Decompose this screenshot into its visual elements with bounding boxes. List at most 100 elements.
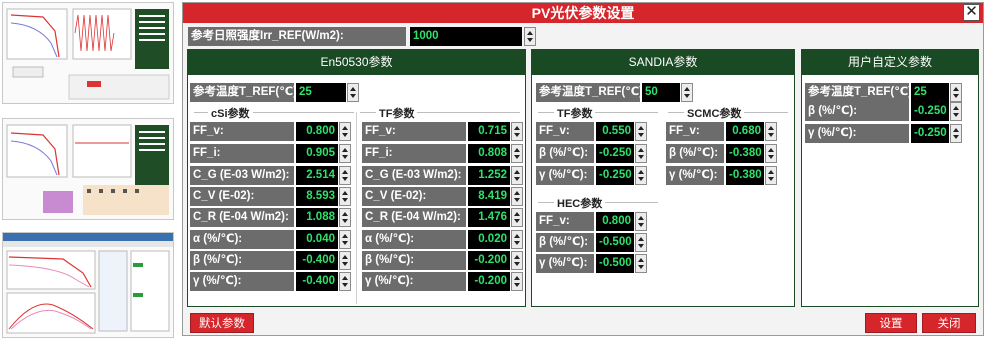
user-beta-label: β (%/℃): [805, 102, 909, 121]
csi-ffi-label: FF_i: [190, 144, 294, 163]
sandia-tf-ffv-stepper[interactable] [635, 122, 647, 141]
hec-beta-label: β (%/℃): [536, 233, 594, 252]
tf-ffi-stepper[interactable] [511, 144, 523, 163]
sandia-tref-input[interactable]: 50 [642, 83, 680, 102]
tf-cv-stepper[interactable] [511, 187, 523, 206]
sandia-tf-beta-stepper[interactable] [635, 144, 647, 163]
tf-cv-input[interactable]: 8.419 [468, 187, 510, 206]
user-beta-stepper[interactable] [950, 102, 962, 121]
en50530-tref-input[interactable]: 25 [296, 83, 346, 102]
irr-ref-input[interactable]: 1000 [410, 27, 522, 46]
scmc-beta-input[interactable]: -0.380 [726, 144, 764, 163]
csi-cg-stepper[interactable] [339, 166, 351, 185]
en50530-title: En50530参数 [188, 50, 525, 75]
tf-ffi-input[interactable]: 0.808 [468, 144, 510, 163]
sandia-panel: SANDIA参数 参考温度T_REF(℃): 50 TF参数 SCMC参数 FF… [531, 49, 795, 307]
csi-ffi-stepper[interactable] [339, 144, 351, 163]
user-tref-stepper[interactable] [950, 83, 962, 102]
scmc-beta-stepper[interactable] [765, 144, 777, 163]
csi-alpha-stepper[interactable] [339, 230, 351, 249]
tf-beta-label: β (%/℃): [362, 251, 466, 270]
scmc-ffv-stepper[interactable] [765, 122, 777, 141]
tf-gamma-stepper[interactable] [511, 272, 523, 291]
hec-ffv-input[interactable]: 0.800 [596, 212, 634, 231]
hec-group-title: HEC参数 [554, 195, 606, 211]
tf-cg-input[interactable]: 1.252 [468, 166, 510, 185]
sandia-tref-stepper[interactable] [681, 83, 693, 102]
csi-gamma-input[interactable]: -0.400 [296, 272, 338, 291]
sandia-tf-gamma-input[interactable]: -0.250 [596, 166, 634, 185]
user-gamma-stepper[interactable] [950, 124, 962, 143]
sandia-tf-gamma-stepper[interactable] [635, 166, 647, 185]
close-button[interactable]: 关闭 [922, 313, 976, 333]
thumbnail-1[interactable] [2, 2, 174, 104]
tf-beta-stepper[interactable] [511, 251, 523, 270]
csi-ffi-input[interactable]: 0.905 [296, 144, 338, 163]
csi-cg-label: C_G (E-03 W/m2): [190, 166, 294, 185]
user-gamma-label: γ (%/℃): [805, 124, 909, 143]
hec-ffv-label: FF_v: [536, 212, 594, 231]
hec-beta-stepper[interactable] [635, 233, 647, 252]
csi-cr-label: C_R (E-04 W/m2): [190, 208, 294, 227]
thumbnail-3[interactable] [2, 232, 174, 338]
hec-gamma-label: γ (%/℃): [536, 254, 594, 273]
sandia-tf-beta-label: β (%/℃): [536, 144, 594, 163]
user-defined-panel: 用户自定义参数 参考温度T_REF(℃): 25 β (%/℃): -0.250… [801, 49, 979, 307]
tf-cg-label: C_G (E-03 W/m2): [362, 166, 466, 185]
irr-ref-stepper[interactable] [524, 27, 536, 46]
tf-alpha-input[interactable]: 0.020 [468, 230, 510, 249]
set-button[interactable]: 设置 [865, 313, 917, 333]
en50530-tref-stepper[interactable] [347, 83, 359, 102]
user-tref-input[interactable]: 25 [911, 83, 949, 102]
tf-cv-label: C_V (E-02): [362, 187, 466, 206]
scmc-gamma-label: γ (%/℃): [666, 166, 724, 185]
csi-ffv-input[interactable]: 0.800 [296, 122, 338, 141]
tf-ffv-stepper[interactable] [511, 122, 523, 141]
close-icon[interactable]: ✕ [963, 4, 980, 21]
hec-beta-input[interactable]: -0.500 [596, 233, 634, 252]
csi-beta-input[interactable]: -0.400 [296, 251, 338, 270]
csi-cr-stepper[interactable] [339, 208, 351, 227]
tf-alpha-stepper[interactable] [511, 230, 523, 249]
tf-beta-input[interactable]: -0.200 [468, 251, 510, 270]
csi-cg-input[interactable]: 2.514 [296, 166, 338, 185]
default-params-button[interactable]: 默认参数 [190, 313, 254, 333]
tf-group-title: TF参数 [376, 105, 418, 121]
sandia-tf-ffv-label: FF_v: [536, 122, 594, 141]
sandia-tf-beta-input[interactable]: -0.250 [596, 144, 634, 163]
csi-cv-input[interactable]: 8.593 [296, 187, 338, 206]
tf-ffv-input[interactable]: 0.715 [468, 122, 510, 141]
tf-cr-input[interactable]: 1.476 [468, 208, 510, 227]
tf-gamma-input[interactable]: -0.200 [468, 272, 510, 291]
csi-ffv-label: FF_v: [190, 122, 294, 141]
sandia-tref-label: 参考温度T_REF(℃): [536, 83, 647, 102]
scmc-beta-label: β (%/℃): [666, 144, 724, 163]
csi-cv-stepper[interactable] [339, 187, 351, 206]
sandia-tf-ffv-input[interactable]: 0.550 [596, 122, 634, 141]
scmc-gamma-input[interactable]: -0.380 [726, 166, 764, 185]
tf-cr-label: C_R (E-04 W/m2): [362, 208, 466, 227]
thumbnail-1-image [3, 3, 173, 103]
en50530-tref-label: 参考温度T_REF(℃): [190, 83, 301, 102]
pv-parameter-dialog: PV光伏参数设置 ✕ 参考日照强度Irr_REF(W/m2): 1000 En5… [182, 2, 984, 336]
csi-beta-stepper[interactable] [339, 251, 351, 270]
csi-alpha-input[interactable]: 0.040 [296, 230, 338, 249]
csi-gamma-stepper[interactable] [339, 272, 351, 291]
tf-cr-stepper[interactable] [511, 208, 523, 227]
thumbnail-2[interactable] [2, 118, 174, 220]
user-gamma-input[interactable]: -0.250 [911, 124, 949, 143]
csi-beta-label: β (%/℃): [190, 251, 294, 270]
hec-ffv-stepper[interactable] [635, 212, 647, 231]
csi-ffv-stepper[interactable] [339, 122, 351, 141]
en50530-panel: En50530参数 参考温度T_REF(℃): 25 cSi参数 TF参数 FF… [187, 49, 526, 307]
scmc-ffv-input[interactable]: 0.680 [726, 122, 764, 141]
hec-gamma-input[interactable]: -0.500 [596, 254, 634, 273]
hec-gamma-stepper[interactable] [635, 254, 647, 273]
tf-ffv-label: FF_v: [362, 122, 466, 141]
user-beta-input[interactable]: -0.250 [911, 102, 949, 121]
tf-alpha-label: α (%/℃): [362, 230, 466, 249]
scmc-gamma-stepper[interactable] [765, 166, 777, 185]
csi-cv-label: C_V (E-02): [190, 187, 294, 206]
tf-cg-stepper[interactable] [511, 166, 523, 185]
csi-cr-input[interactable]: 1.088 [296, 208, 338, 227]
